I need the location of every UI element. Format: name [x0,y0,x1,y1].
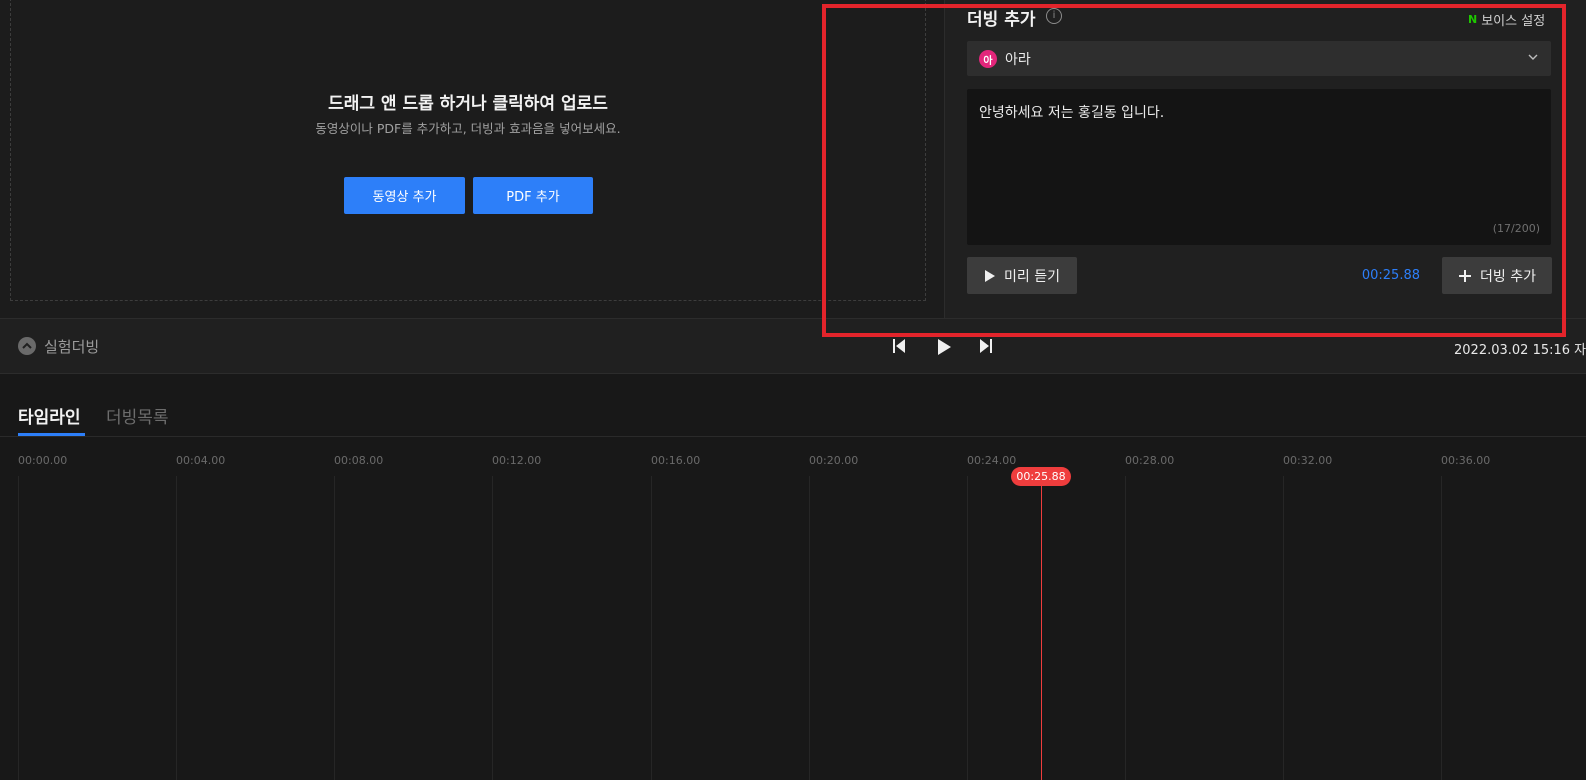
skip-back-icon[interactable] [892,338,906,354]
tick-label: 00:20.00 [809,454,859,467]
voice-avatar: 아 [979,50,997,68]
project-name[interactable]: 실험더빙 [44,336,99,357]
tick-label: 00:00.00 [18,454,68,467]
tick-label: 00:32.00 [1283,454,1333,467]
voice-settings-label: 보이스 설정 [1481,14,1546,29]
dubbing-title: 더빙 추가 [967,10,1036,30]
tick-label: 00:24.00 [967,454,1017,467]
preview-button[interactable]: 미리 듣기 [967,257,1077,294]
tick-line [18,476,19,780]
tick-label: 00:16.00 [651,454,701,467]
tick-line [1125,476,1126,780]
tick-line [809,476,810,780]
voice-name: 아라 [1005,52,1031,68]
char-count: (17/200) [1492,222,1540,235]
plus-icon [1459,269,1471,282]
voice-settings-link[interactable]: N 보이스 설정 [1468,10,1545,29]
tick-label: 00:12.00 [492,454,542,467]
chevron-up-icon[interactable] [18,337,36,355]
tick-line [176,476,177,780]
tab-dub-list[interactable]: 더빙목록 [106,403,169,428]
upload-dropzone[interactable] [10,0,926,301]
tick-line [651,476,652,780]
naver-badge-icon: N [1468,13,1478,26]
tick-label: 00:36.00 [1441,454,1491,467]
voice-select[interactable] [967,41,1551,76]
add-pdf-button[interactable]: PDF 추가 [473,177,593,214]
divider [0,436,1586,437]
preview-label: 미리 듣기 [1004,268,1060,285]
script-text[interactable]: 안녕하세요 저는 홍길동 입니다. [979,102,1164,122]
add-dubbing-button[interactable]: 더빙 추가 [1442,257,1552,294]
tick-line [967,476,968,780]
tick-line [1283,476,1284,780]
save-datetime: 2022.03.02 15:16 자 [1454,343,1586,358]
upload-title: 드래그 앤 드롭 하거나 클릭하여 업로드 [328,94,608,114]
playhead-line[interactable] [1041,486,1042,780]
tick-label: 00:04.00 [176,454,226,467]
add-dubbing-label: 더빙 추가 [1480,268,1536,285]
play-icon [985,269,995,282]
playhead-badge[interactable]: 00:25.88 [1011,467,1071,486]
dub-timecode: 00:25.88 [1361,268,1420,283]
add-video-button[interactable]: 동영상 추가 [344,177,465,214]
tab-timeline[interactable]: 타임라인 [18,403,81,428]
upload-subtitle: 동영상이나 PDF를 추가하고, 더빙과 효과음을 넣어보세요. [315,121,621,136]
info-icon[interactable]: i [1046,8,1062,24]
tick-label: 00:08.00 [334,454,384,467]
play-icon[interactable] [936,338,952,356]
chevron-down-icon[interactable] [1527,52,1539,62]
skip-forward-icon[interactable] [979,338,993,354]
tick-label: 00:28.00 [1125,454,1175,467]
tick-line [492,476,493,780]
transport-bar [0,318,1586,374]
tick-line [1441,476,1442,780]
tick-line [334,476,335,780]
